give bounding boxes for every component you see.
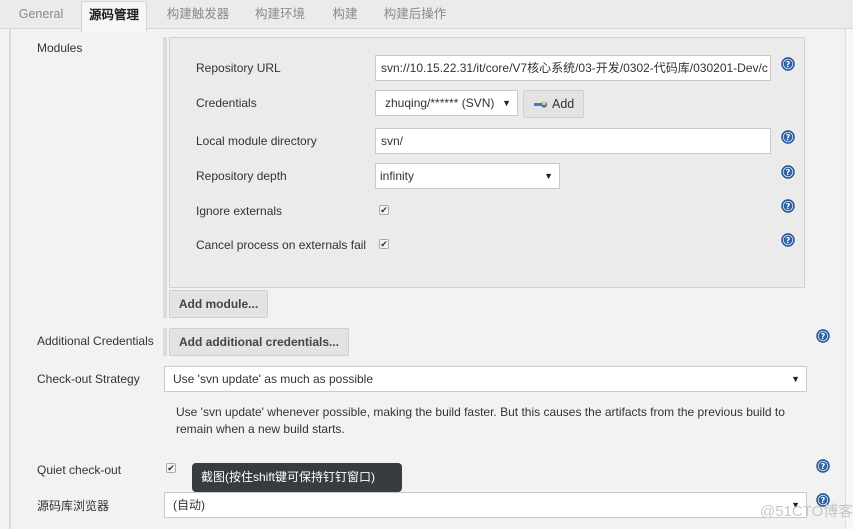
add-credentials-label: Add [552, 97, 575, 111]
modules-indent-bar [163, 37, 167, 318]
frame-border-left [9, 29, 11, 529]
tab-build[interactable]: 构建 [326, 0, 364, 29]
checkout-strategy-description: Use 'svn update' whenever possible, maki… [176, 404, 796, 437]
tab-source-management[interactable]: 源码管理 [81, 1, 147, 32]
quiet-checkout-label: Quiet check-out [37, 463, 122, 477]
repository-url-label: Repository URL [196, 61, 281, 75]
repo-browser-label: 源码库浏览器 [37, 499, 110, 513]
help-icon[interactable]: ? [781, 199, 795, 213]
svg-text:?: ? [821, 332, 826, 341]
tab-bar: General 源码管理 构建触发器 构建环境 构建 构建后操作 [0, 0, 853, 32]
additional-credentials-indent-bar [163, 328, 167, 356]
description-line: remain when a new build starts. [176, 421, 345, 436]
dropdown-arrow-icon: ▼ [502, 98, 511, 108]
checkout-strategy-select[interactable]: Use 'svn update' as much as possible ▼ [164, 366, 807, 392]
help-icon[interactable]: ? [816, 459, 830, 473]
repo-browser-select[interactable]: (自动) ▼ [164, 492, 807, 518]
description-line: Use 'svn update' whenever possible, maki… [176, 405, 785, 419]
repository-depth-label: Repository depth [196, 169, 287, 183]
local-module-directory-input[interactable]: svn/ [375, 128, 771, 154]
repository-url-input[interactable]: svn://10.15.22.31/it/core/V7核心系统/03-开发/0… [375, 55, 771, 81]
svg-text:?: ? [821, 462, 826, 471]
credentials-label: Credentials [196, 96, 257, 110]
help-icon[interactable]: ? [781, 233, 795, 247]
help-icon[interactable]: ? [781, 130, 795, 144]
tab-post-build[interactable]: 构建后操作 [377, 0, 453, 29]
help-icon[interactable]: ? [816, 329, 830, 343]
watermark: @51CTO博客 [760, 503, 853, 520]
ignore-externals-label: Ignore externals [196, 204, 283, 218]
checkout-strategy-label: Check-out Strategy [37, 372, 140, 386]
additional-credentials-label: Additional Credentials [37, 334, 154, 348]
credentials-selected: zhuqing/****** (SVN) [385, 96, 495, 110]
add-credentials-button[interactable]: Add [523, 90, 584, 118]
cancel-process-label: Cancel process on externals fail [196, 238, 367, 252]
tab-build-environment[interactable]: 构建环境 [248, 0, 312, 29]
add-module-button[interactable]: Add module... [169, 290, 268, 318]
scrollbar-track[interactable] [846, 29, 853, 529]
repo-browser-selected: (自动) [173, 498, 205, 512]
help-icon[interactable]: ? [781, 57, 795, 71]
svg-text:?: ? [786, 168, 791, 177]
svg-text:?: ? [786, 202, 791, 211]
svg-text:?: ? [786, 133, 791, 142]
checkout-strategy-selected: Use 'svn update' as much as possible [173, 372, 374, 386]
svg-text:?: ? [786, 236, 791, 245]
dropdown-arrow-icon: ▼ [544, 171, 553, 181]
add-additional-credentials-button[interactable]: Add additional credentials... [169, 328, 349, 356]
tab-general[interactable]: General [10, 0, 72, 29]
local-module-directory-label: Local module directory [196, 134, 317, 148]
quiet-checkout-checkbox[interactable]: ✔ [166, 463, 176, 473]
modules-label: Modules [37, 41, 83, 55]
dropdown-arrow-icon: ▼ [791, 374, 800, 384]
help-icon[interactable]: ? [781, 165, 795, 179]
credentials-select[interactable]: zhuqing/****** (SVN) ▼ [375, 90, 518, 116]
repository-depth-selected: infinity [380, 169, 415, 183]
ignore-externals-checkbox[interactable]: ✔ [379, 205, 389, 215]
key-icon [534, 101, 548, 108]
tab-build-triggers[interactable]: 构建触发器 [160, 0, 236, 29]
repository-depth-select[interactable]: infinity ▼ [375, 163, 560, 189]
cancel-process-checkbox[interactable]: ✔ [379, 239, 389, 249]
svg-text:?: ? [786, 60, 791, 69]
screenshot-tooltip: 截图(按住shift键可保持钉钉窗口) [192, 463, 402, 492]
